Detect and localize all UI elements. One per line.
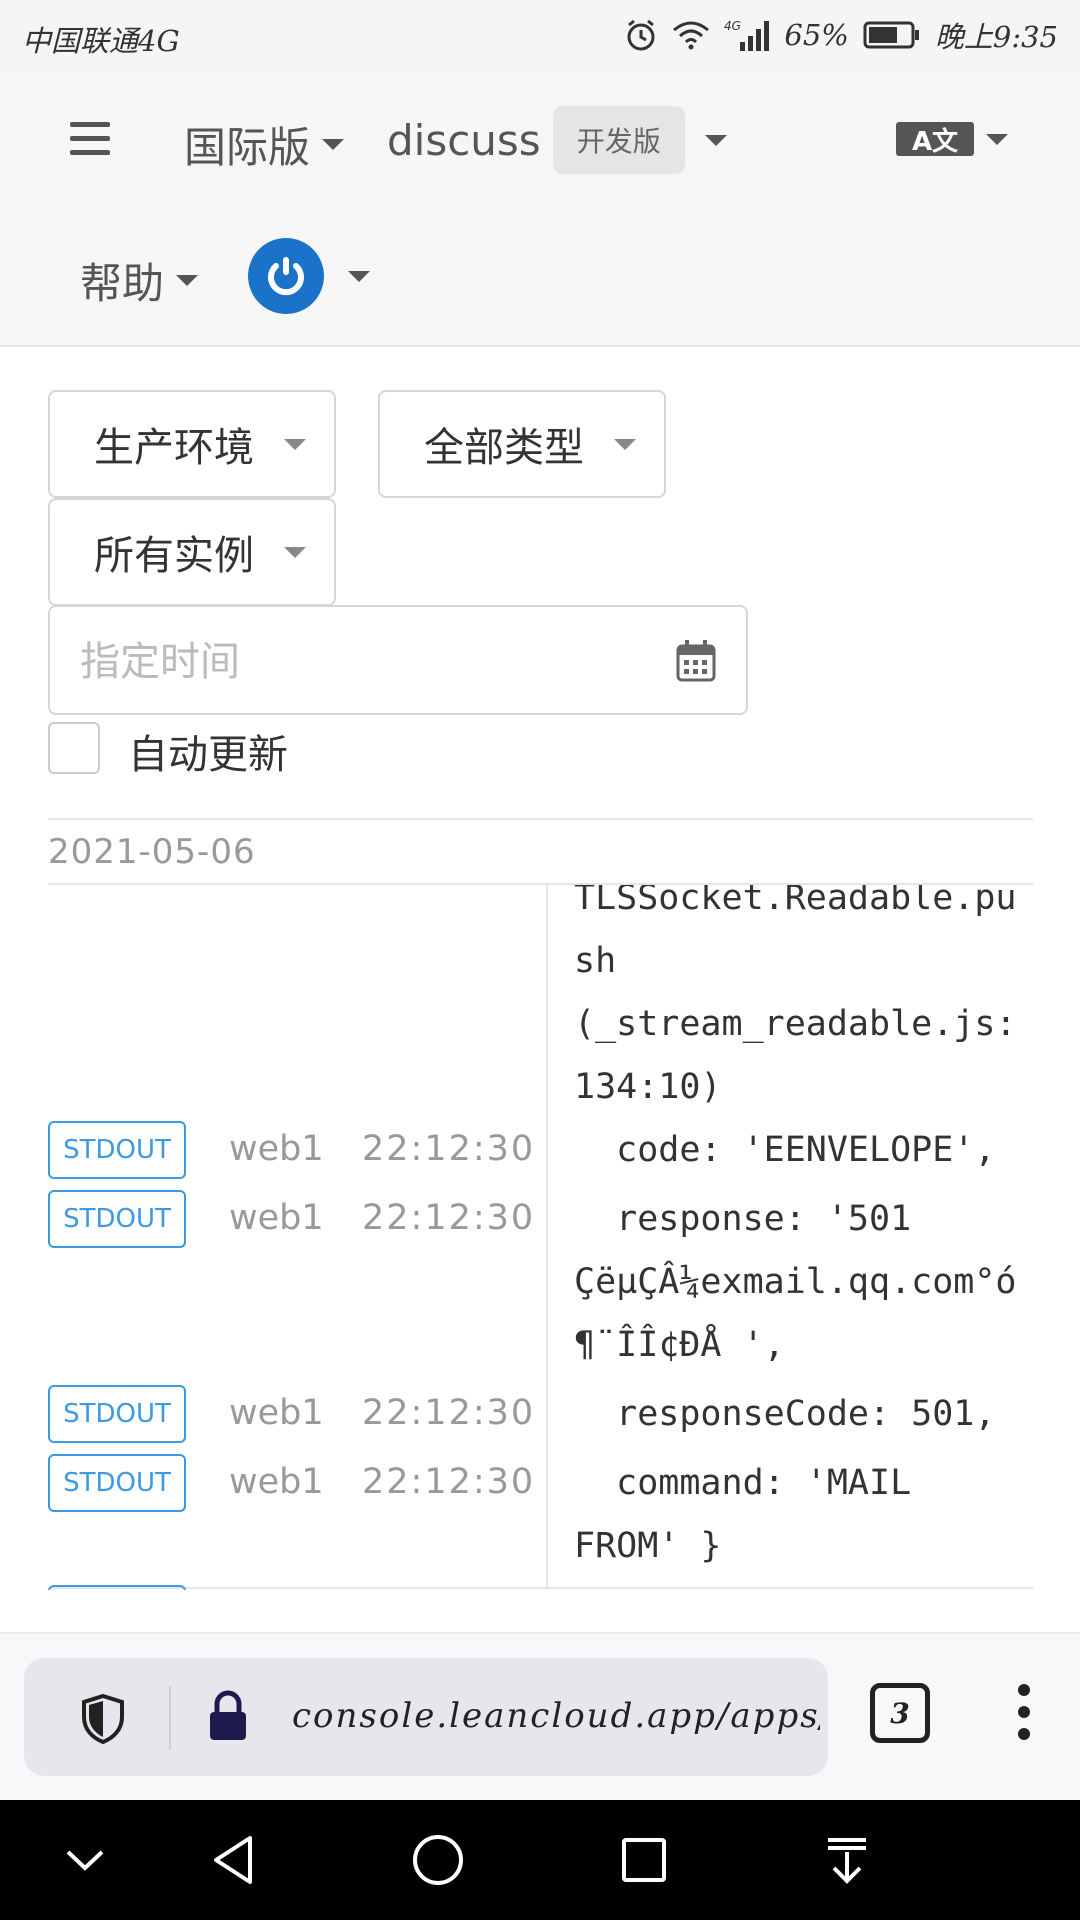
navigation-bar (0, 1800, 1080, 1920)
battery-percent: 65% (784, 18, 849, 52)
chevron-down-icon (176, 275, 199, 286)
tab-count: 3 (890, 1696, 910, 1730)
notification-pull-icon[interactable] (822, 1830, 872, 1894)
app-name: discuss (387, 115, 541, 165)
type-value: 全部类型 (424, 425, 584, 471)
log-message-continuation: TLSSocket.Readable.pu sh (_stream_readab… (574, 885, 1017, 1107)
log-time: 22:12:30 (362, 1129, 536, 1169)
instance-value: 所有实例 (94, 533, 254, 579)
chevron-down-icon (986, 133, 1008, 145)
log-list[interactable]: TLSSocket.Readable.pu sh (_stream_readab… (0, 885, 1080, 1590)
carrier-label: 中国联通4G (22, 24, 180, 58)
help-label: 帮助 (80, 259, 165, 308)
log-date-header: 2021-05-06 (48, 832, 256, 872)
log-time: 22:12:30 (362, 1393, 536, 1433)
address-bar[interactable]: console.leancloud.app/apps/AofFx (24, 1658, 828, 1776)
instance-select[interactable]: 所有实例 (48, 498, 336, 606)
calendar-icon[interactable] (676, 639, 716, 687)
log-instance: web1 (229, 1462, 324, 1502)
type-select[interactable]: 全部类型 (378, 390, 666, 498)
back-icon[interactable] (208, 1830, 258, 1894)
environment-select[interactable]: 生产环境 (48, 390, 336, 498)
time-picker[interactable] (48, 605, 748, 715)
log-time: 22:12:30 (362, 1198, 536, 1238)
chevron-down-icon (322, 139, 345, 150)
log-instance: web1 (229, 1393, 324, 1433)
chevron-down-icon (704, 134, 727, 146)
translate-icon: A文 (896, 122, 974, 157)
tabs-button[interactable]: 3 (870, 1683, 930, 1743)
stream-badge: STDOUT (48, 1121, 186, 1179)
signal-4g-icon: 4G (724, 18, 770, 52)
stream-badge: STDOUT (48, 1190, 186, 1248)
avatar (248, 238, 324, 314)
battery-icon (863, 20, 921, 50)
more-menu-icon[interactable] (1014, 1684, 1034, 1754)
column-divider (546, 885, 548, 1590)
wifi-icon (672, 20, 710, 50)
app-dropdown[interactable]: discuss 开发版 (387, 106, 727, 174)
chevron-down-icon (614, 438, 636, 450)
stream-badge-partial (48, 1585, 186, 1590)
time-input[interactable] (80, 627, 640, 697)
lock-icon[interactable] (206, 1688, 250, 1748)
language-dropdown[interactable]: A文 (896, 122, 1008, 157)
log-message: code: 'EENVELOPE', (574, 1130, 996, 1170)
app-header: 国际版 discuss 开发版 A文 帮助 (0, 72, 1080, 347)
chevron-down-icon (284, 438, 306, 450)
plan-badge: 开发版 (552, 106, 685, 174)
divider (169, 1686, 171, 1750)
stream-badge: STDOUT (48, 1454, 186, 1512)
region-dropdown[interactable]: 国际版 (184, 114, 345, 175)
log-time: 22:12:30 (362, 1462, 536, 1502)
user-dropdown[interactable] (248, 238, 370, 314)
alarm-icon (624, 18, 658, 52)
auto-update-label: 自动更新 (128, 732, 288, 778)
home-icon[interactable] (410, 1830, 466, 1894)
divider (48, 1587, 1033, 1589)
region-label: 国际版 (184, 123, 311, 172)
hamburger-menu-icon[interactable] (70, 122, 110, 162)
environment-value: 生产环境 (94, 425, 254, 471)
log-instance: web1 (229, 1129, 324, 1169)
recents-icon[interactable] (618, 1830, 668, 1894)
chevron-down-icon[interactable] (60, 1830, 110, 1894)
shield-icon[interactable] (80, 1693, 126, 1749)
log-message: command: 'MAIL FROM' } (574, 1463, 912, 1566)
help-dropdown[interactable]: 帮助 (80, 250, 199, 311)
log-message: responseCode: 501, (574, 1394, 996, 1434)
stream-badge: STDOUT (48, 1385, 186, 1443)
status-bar: 中国联通4G 4G 65% 晚上9:35 (0, 0, 1080, 72)
log-message: response: '501 ÇëµÇÂ¼exmail.qq.com°ó ¶¨Î… (574, 1199, 1017, 1365)
url-text[interactable]: console.leancloud.app/apps/AofFx (292, 1696, 820, 1736)
browser-toolbar: console.leancloud.app/apps/AofFx 3 (0, 1632, 1080, 1800)
clock: 晚上9:35 (934, 20, 1058, 54)
svg-text:4G: 4G (724, 19, 741, 33)
auto-update-checkbox[interactable] (48, 722, 100, 774)
divider (48, 818, 1033, 820)
chevron-down-icon (348, 270, 370, 282)
log-instance: web1 (229, 1198, 324, 1238)
chevron-down-icon (284, 546, 306, 558)
